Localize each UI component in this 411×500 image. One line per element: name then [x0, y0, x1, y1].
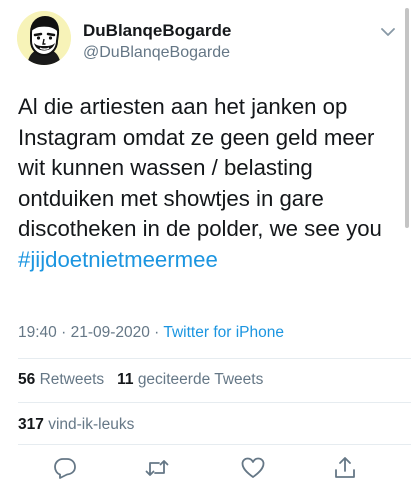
user-handle[interactable]: @DuBlanqeBogarde: [83, 44, 230, 62]
divider: [18, 358, 411, 359]
likes-stat[interactable]: 317 vind-ik-leuks: [18, 416, 134, 434]
meta-separator: ·: [149, 324, 164, 341]
display-name[interactable]: DuBlanqeBogarde: [83, 21, 231, 41]
tweet-detail: DuBlanqeBogarde @DuBlanqeBogarde Al die …: [0, 0, 411, 500]
chevron-down-icon[interactable]: [380, 26, 396, 38]
quotes-stat[interactable]: 11 geciteerde Tweets: [117, 371, 263, 388]
retweet-stats: 56 Retweets 11 geciteerde Tweets: [18, 371, 263, 389]
action-bar: [0, 455, 411, 485]
tweet-text: Al die artiesten aan het janken op Insta…: [18, 92, 398, 275]
likes-count: 317: [18, 416, 44, 433]
quotes-count: 11: [117, 371, 134, 388]
reply-icon[interactable]: [52, 455, 78, 481]
tweet-time: 19:40: [18, 324, 57, 341]
tweet-date: 21-09-2020: [70, 324, 150, 341]
tweet-meta: 19:40 · 21-09-2020 · Twitter for iPhone: [18, 324, 284, 342]
likes-label: vind-ik-leuks: [48, 416, 135, 433]
meta-separator: ·: [56, 324, 71, 341]
retweets-stat[interactable]: 56 Retweets: [18, 371, 104, 388]
retweets-count: 56: [18, 371, 36, 388]
tweet-source-link[interactable]: Twitter for iPhone: [163, 324, 284, 341]
quotes-label: geciteerde Tweets: [137, 371, 264, 388]
retweet-icon[interactable]: [144, 455, 170, 481]
retweets-label: Retweets: [39, 371, 105, 388]
scrollbar[interactable]: [405, 8, 409, 228]
share-icon[interactable]: [332, 455, 358, 481]
divider: [18, 402, 411, 403]
hashtag-link[interactable]: #jijdoetnietmeermee: [18, 247, 218, 272]
avatar-illustration: [17, 11, 71, 65]
heart-icon[interactable]: [240, 455, 266, 481]
avatar[interactable]: [17, 11, 71, 65]
divider: [18, 444, 411, 445]
tweet-body: Al die artiesten aan het janken op Insta…: [18, 94, 382, 241]
